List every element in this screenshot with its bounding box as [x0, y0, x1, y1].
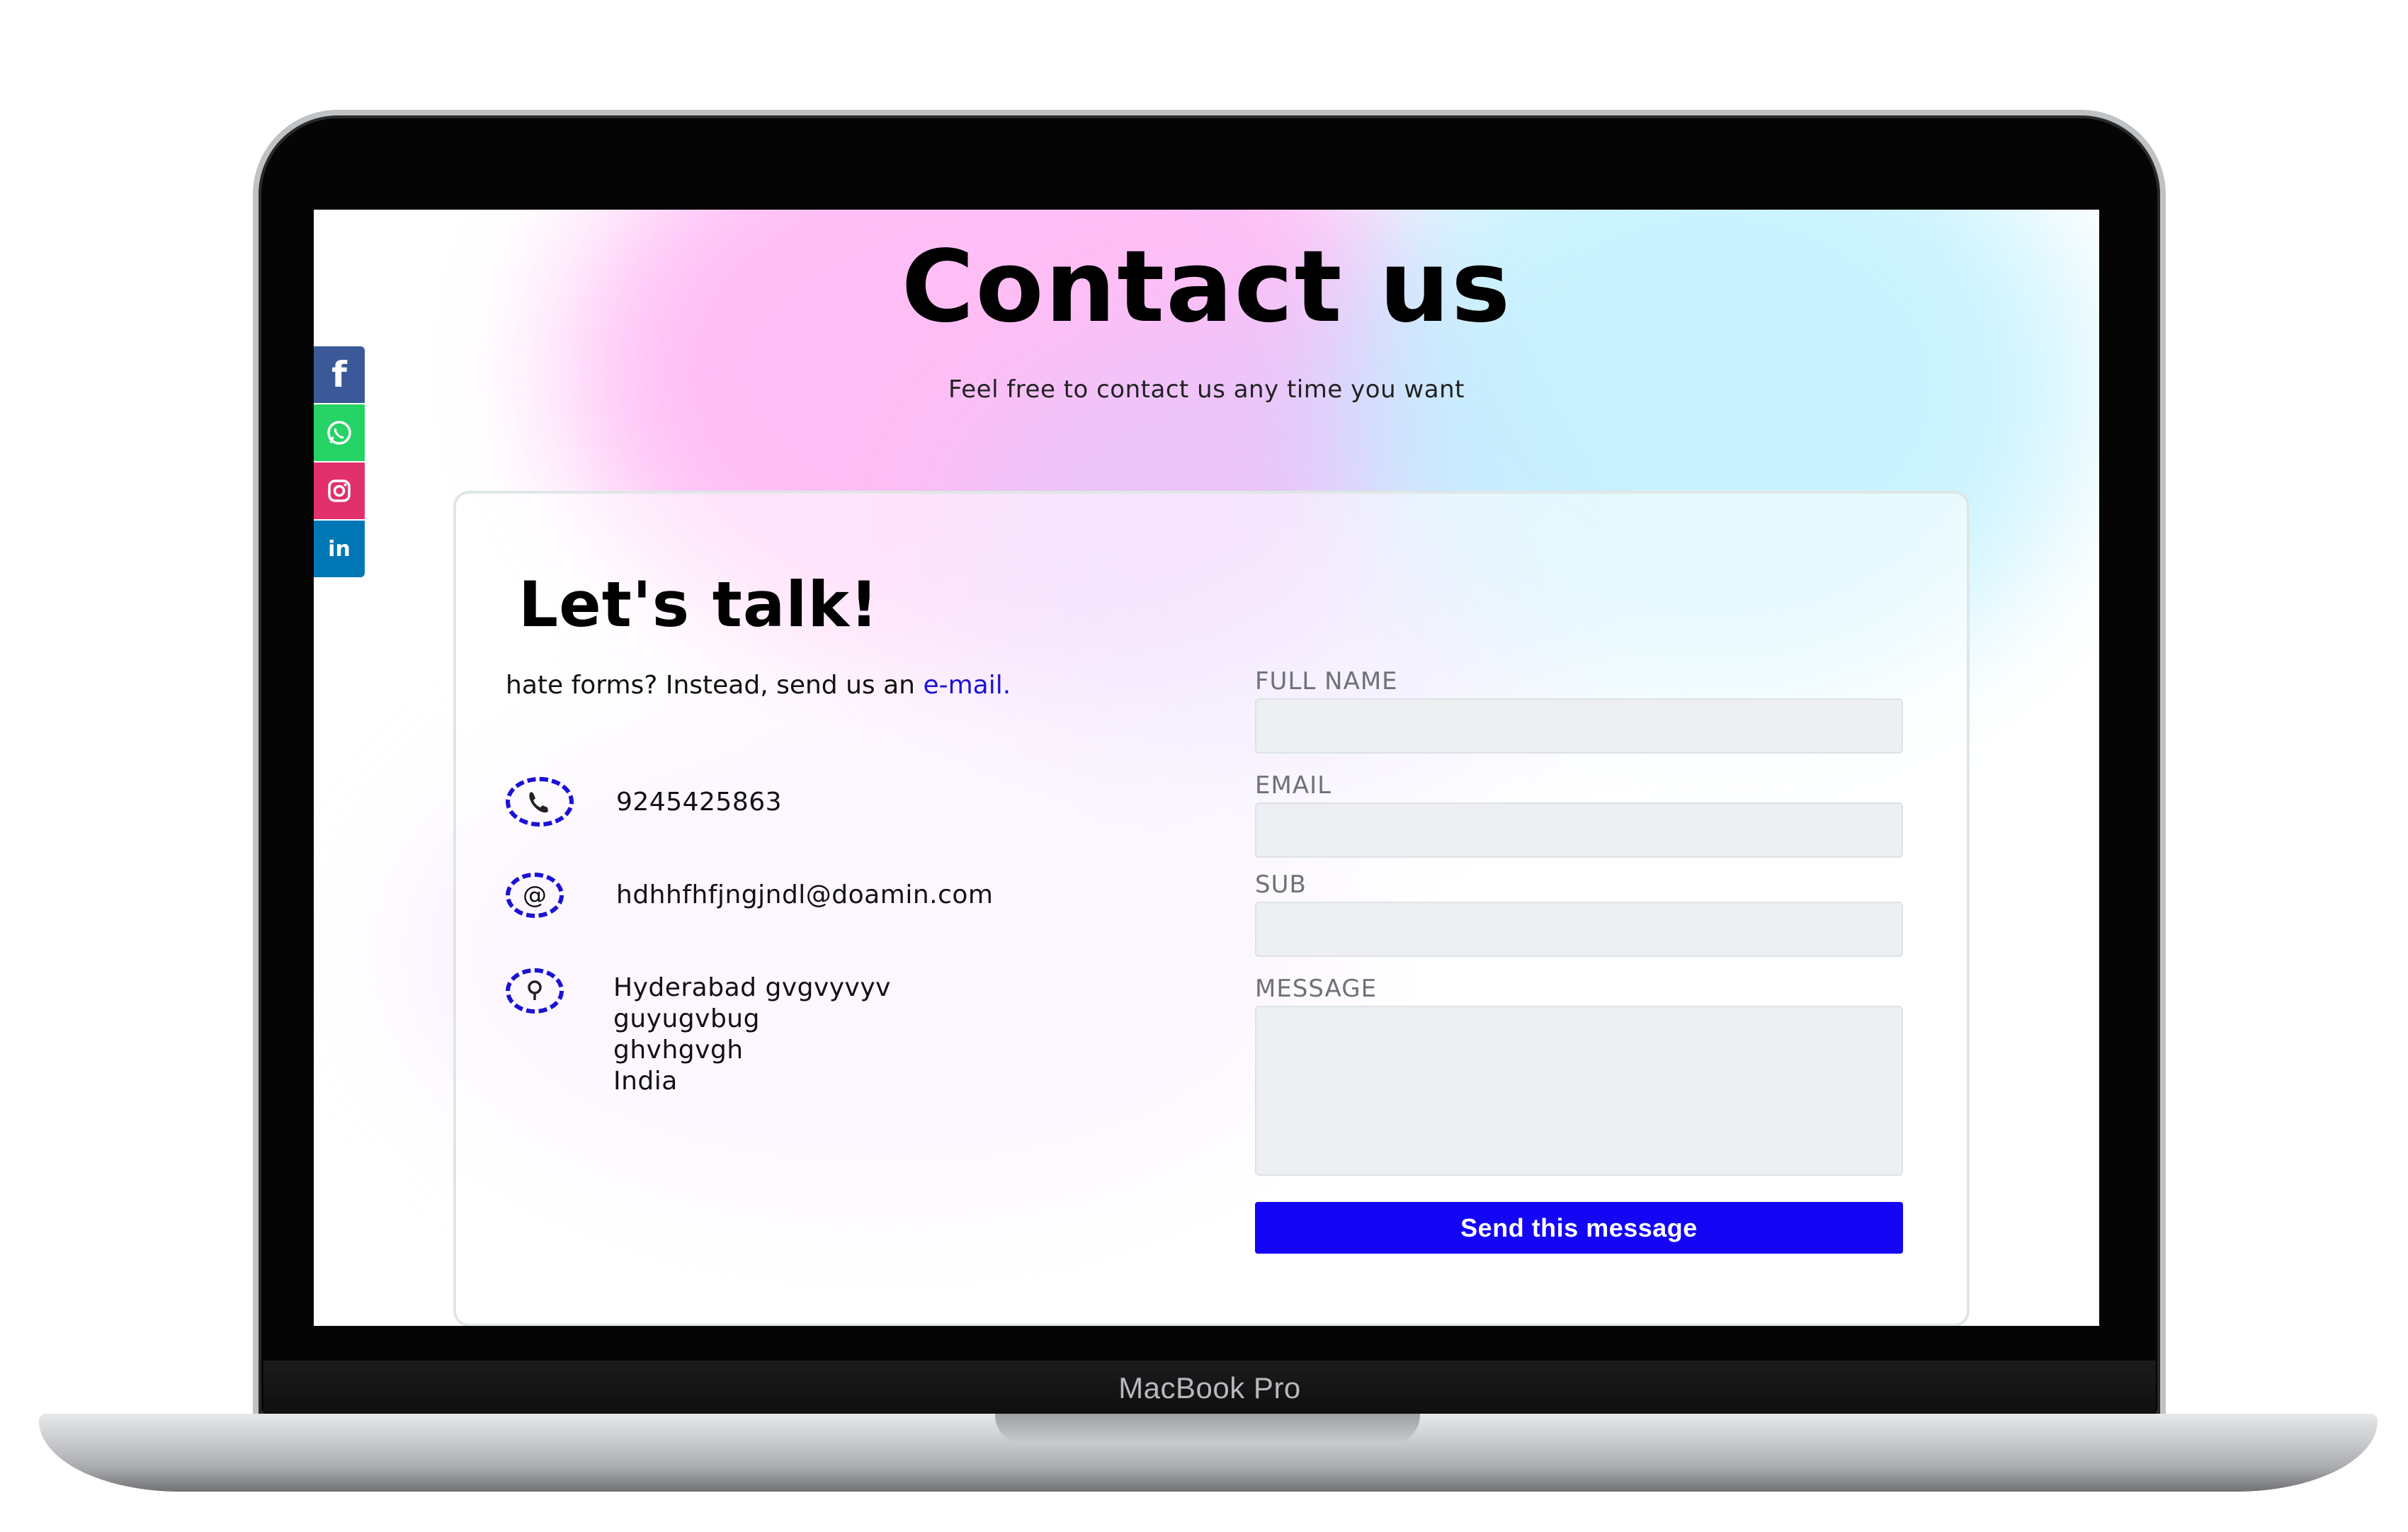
- card-heading: Let's talk!: [518, 568, 880, 641]
- subject-field[interactable]: [1255, 902, 1903, 957]
- address-line: guyugvbug: [613, 1004, 760, 1033]
- full-name-label: FULL NAME: [1255, 667, 1398, 696]
- whatsapp-icon: [327, 421, 351, 445]
- laptop-notch: [995, 1414, 1420, 1443]
- full-name-field[interactable]: [1255, 698, 1903, 754]
- subject-label: SUB: [1255, 870, 1307, 899]
- address-line: Hyderabad gvgvyvyv: [613, 973, 891, 1002]
- phone-row: 9245425863: [506, 777, 782, 827]
- email-address: hdhhfhfjngjndl@doamin.com: [616, 880, 994, 909]
- address-row: Hyderabad gvgvyvyv guyugvbug ghvhgvgh In…: [506, 968, 891, 1097]
- message-field[interactable]: [1255, 1006, 1903, 1176]
- laptop-brand-label: MacBook Pro: [1118, 1371, 1301, 1405]
- lead-text: hate forms? Instead, send us an: [506, 671, 924, 700]
- instagram-button[interactable]: [314, 463, 365, 519]
- message-label: MESSAGE: [1255, 975, 1378, 1003]
- address-line: ghvhgvgh: [613, 1035, 744, 1065]
- social-share-bar: f in: [314, 346, 365, 577]
- page-subtitle: Feel free to contact us any time you wan…: [948, 375, 1465, 404]
- instagram-icon: [328, 480, 351, 502]
- contact-card: Let's talk! hate forms? Instead, send us…: [453, 491, 1970, 1326]
- send-message-button[interactable]: Send this message: [1255, 1202, 1903, 1254]
- linkedin-icon: in: [328, 536, 351, 562]
- email-label: EMAIL: [1255, 771, 1332, 800]
- phone-icon: [506, 777, 574, 827]
- at-sign-icon: @: [506, 873, 564, 918]
- facebook-button[interactable]: f: [314, 346, 365, 403]
- address-block: Hyderabad gvgvyvyv guyugvbug ghvhgvgh In…: [613, 972, 891, 1097]
- phone-number: 9245425863: [616, 788, 783, 817]
- email-field[interactable]: [1255, 802, 1903, 858]
- page-title: Contact us: [901, 229, 1512, 345]
- laptop-chin: MacBook Pro: [263, 1361, 2156, 1416]
- whatsapp-button[interactable]: [314, 404, 365, 461]
- laptop-screen: Contact us Feel free to contact us any t…: [314, 210, 2099, 1326]
- email-row: @ hdhhfhfjngjndl@doamin.com: [506, 873, 993, 918]
- card-lead-text: hate forms? Instead, send us an e-mail.: [506, 671, 1011, 700]
- linkedin-button[interactable]: in: [314, 521, 365, 577]
- facebook-icon: f: [331, 354, 347, 395]
- location-pin-icon: [506, 968, 564, 1014]
- address-line: India: [613, 1067, 678, 1096]
- email-link[interactable]: e-mail.: [923, 671, 1011, 700]
